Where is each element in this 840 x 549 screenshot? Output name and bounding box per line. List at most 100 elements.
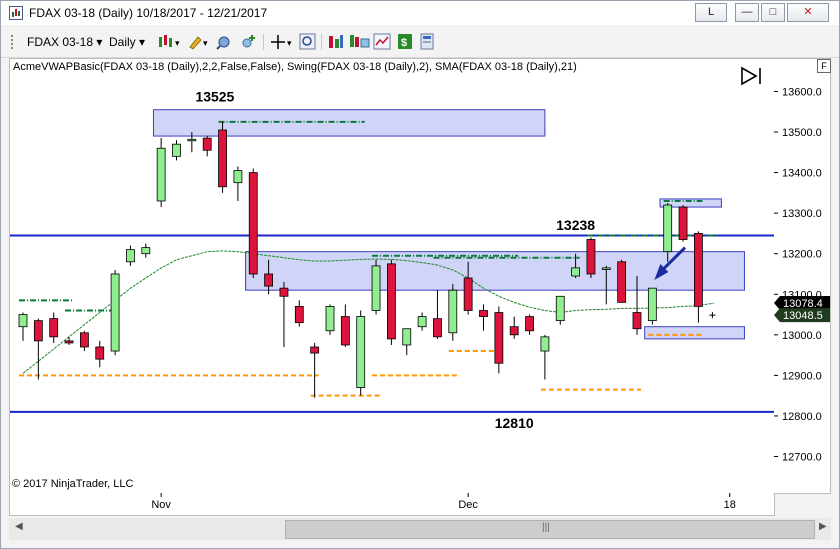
f-button[interactable]: F [817,59,831,73]
interval-selector[interactable]: Daily ▾ [109,32,145,52]
toolbar-separator [321,34,322,50]
price-tick-label: 12800.0 [782,411,822,423]
down-candle [95,346,105,360]
dollar-icon[interactable]: $ [397,33,413,51]
up-candle [540,336,550,352]
scroll-left-icon[interactable]: ◀ [15,521,23,532]
down-candle [340,316,350,346]
supply-demand-zone [644,326,745,340]
toolbar-separator [263,34,264,50]
down-candle [463,277,473,311]
price-label: 13238 [556,217,595,233]
price-label: 12810 [495,415,534,431]
add-drawing-icon[interactable] [239,33,259,51]
up-candle [141,247,151,255]
time-axis[interactable]: Nov Dec 18 [9,493,775,516]
templates-icon[interactable] [419,33,435,51]
down-candle [310,346,320,354]
price-chart[interactable]: 13525 13238 12810 [10,59,774,493]
bar-type-icon[interactable]: ▾ [157,33,183,51]
chevron-down-icon: ▾ [96,35,103,49]
down-candle [294,306,304,324]
supply-demand-zone [152,109,546,137]
indicator-label: AcmeVWAPBasic(FDAX 03-18 (Daily),2,2,Fal… [13,61,577,73]
up-candle [402,328,412,346]
up-candle [371,265,381,311]
chevron-down-icon: ▾ [139,35,146,49]
up-candle [571,267,580,277]
down-candle [586,239,596,275]
down-candle [694,233,703,307]
up-candle [601,267,611,270]
chart-toolbar: FDAX 03-18 ▾ Daily ▾ ▾ ▾ ▾ $ [1,27,839,58]
down-candle [202,137,212,151]
crosshair-icon[interactable]: ▾ [269,33,295,51]
up-candle [156,147,166,202]
down-candle [80,332,89,348]
down-candle [386,263,396,340]
copyright-text: © 2017 NinjaTrader, LLC [12,478,134,490]
time-tick-label: Nov [151,499,171,511]
price-tick-label: 13500.0 [782,127,822,139]
sma-price-tag: 13048.5 [774,308,830,323]
up-candle [448,289,458,334]
price-label: 13525 [195,89,234,105]
time-tick-label: Dec [458,499,478,511]
down-candle [49,318,59,338]
down-candle [678,206,688,240]
strategies-icon[interactable] [327,33,345,51]
close-button[interactable]: ✕ [787,3,829,22]
svg-text:$: $ [401,37,407,49]
instrument-selector[interactable]: FDAX 03-18 ▾ [27,32,102,52]
chart-app-icon [9,6,23,20]
down-candle [264,273,274,287]
price-tick-label: 13000.0 [782,330,822,342]
up-candle [417,316,427,328]
svg-text:▾: ▾ [175,38,180,48]
down-candle [525,316,534,332]
chart-style-icon[interactable] [373,33,391,51]
price-tick-label: 13300.0 [782,208,822,220]
time-axis-scale: Nov Dec 18 [151,493,736,511]
price-tick-label: 12900.0 [782,370,822,382]
scroll-right-icon[interactable]: ▶ [819,521,827,532]
time-tick-label: 18 [724,499,736,511]
indicators-icon[interactable] [215,33,235,51]
up-candle [18,314,28,328]
down-candle [64,340,74,344]
maximize-button[interactable]: □ [761,3,785,22]
up-candle [110,273,120,352]
zoom-icon[interactable] [299,33,317,51]
toolbar-grip [11,35,16,49]
up-candle [555,295,565,322]
price-tick-label: 13200.0 [782,249,822,261]
title-bar: FDAX 03-18 (Daily) 10/18/2017 - 12/21/20… [1,1,839,25]
link-button[interactable]: L [695,3,727,22]
price-axis[interactable]: 13600.0 13500.0 13400.0 13300.0 13200.0 13100… [774,58,831,494]
instrument-label: FDAX 03-18 [27,35,94,49]
down-candle [433,318,442,338]
svg-text:▾: ▾ [287,38,292,48]
svg-text:▾: ▾ [203,38,208,48]
price-tick-label: 13600.0 [782,86,822,98]
horizontal-scrollbar[interactable]: ◀ ||| ▶ [9,518,831,540]
up-candle [647,287,657,322]
chart-properties-icon[interactable] [349,33,371,51]
price-tick-label: 13400.0 [782,168,822,180]
price-tick-label: 12700.0 [782,451,822,463]
draw-pencil-icon[interactable]: ▾ [187,33,211,51]
scrollbar-thumb[interactable]: ||| [285,520,815,539]
minimize-button[interactable]: — [735,3,759,22]
up-candle [233,170,243,184]
up-candle [356,316,366,388]
down-candle [509,326,519,336]
up-candle [325,306,335,332]
supply-demand-zone [245,251,745,291]
down-candle [479,310,488,317]
sma-price-tag-text: 13048.5 [783,310,823,322]
chart-panel[interactable]: 13525 13238 12810 [9,58,775,494]
down-candle [617,261,627,303]
up-candle [663,204,673,253]
last-price-tag: 13078.4 [774,296,830,311]
play-next-icon[interactable] [739,65,765,87]
